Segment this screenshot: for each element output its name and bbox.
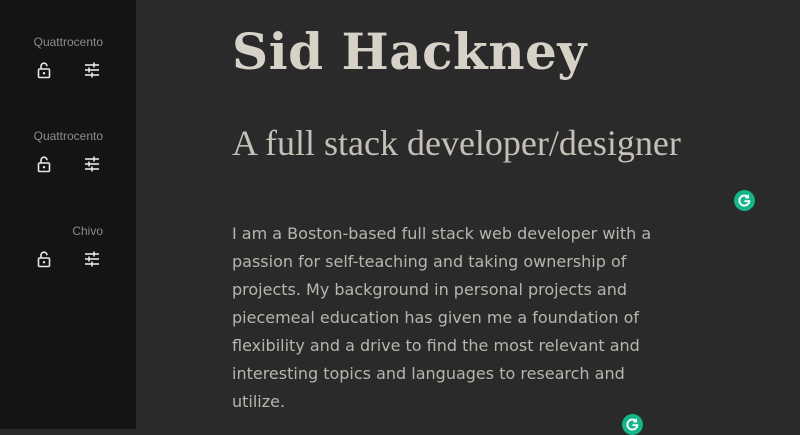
tune-sliders-icon[interactable] bbox=[83, 61, 101, 79]
font-name-label: Chivo bbox=[72, 224, 103, 238]
font-sidebar: Quattrocento Quattrocento Chivo bbox=[0, 0, 136, 429]
tune-sliders-icon[interactable] bbox=[83, 250, 101, 268]
lock-open-icon[interactable] bbox=[35, 61, 53, 79]
lock-open-icon[interactable] bbox=[35, 250, 53, 268]
tagline: A full stack developer/designer bbox=[232, 123, 681, 163]
bio-paragraph: I am a Boston-based full stack web devel… bbox=[232, 224, 652, 411]
tune-sliders-icon[interactable] bbox=[83, 155, 101, 173]
grammarly-icon[interactable] bbox=[622, 414, 643, 435]
page-title: Sid Hackney bbox=[232, 22, 587, 81]
font-name-label: Quattrocento bbox=[33, 129, 103, 143]
font-name-label: Quattrocento bbox=[33, 35, 103, 49]
grammarly-icon[interactable] bbox=[734, 190, 755, 211]
main-content: Sid Hackney A full stack developer/desig… bbox=[136, 0, 800, 435]
lock-open-icon[interactable] bbox=[35, 155, 53, 173]
